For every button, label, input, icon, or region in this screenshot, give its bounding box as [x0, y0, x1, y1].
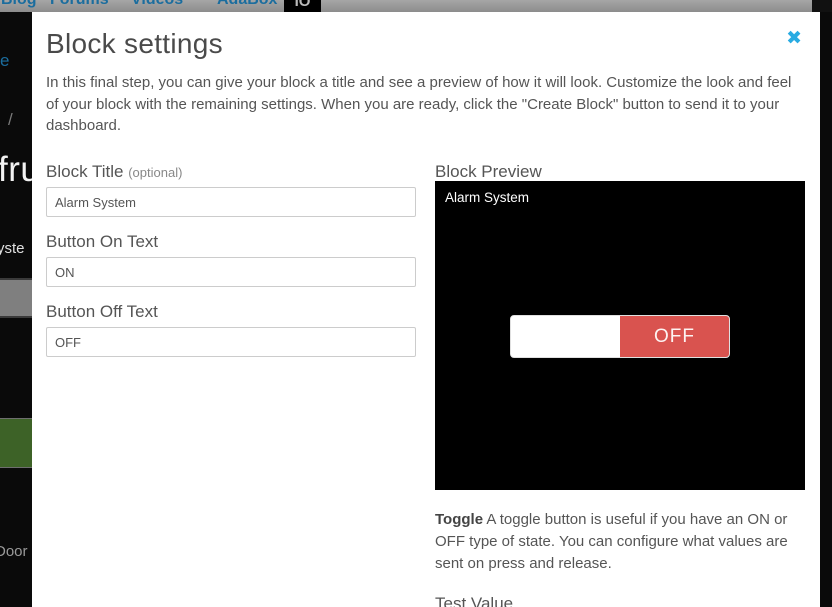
toggle-help-term: Toggle: [435, 511, 483, 528]
bg-gray-toolbar-fragment: [0, 278, 32, 318]
block-title-optional-hint: (optional): [128, 165, 182, 180]
nav-right-dark-area: [812, 0, 832, 12]
toggle-help-text: Toggle A toggle button is useful if you …: [435, 509, 809, 575]
nav-link-forums[interactable]: Forums: [50, 0, 109, 9]
nav-link-blog[interactable]: Blog: [1, 0, 37, 9]
bg-door-label-fragment: Door: [0, 543, 28, 560]
button-off-text-input[interactable]: [46, 327, 416, 357]
modal-title: Block settings: [46, 28, 223, 60]
nav-link-videos[interactable]: Videos: [131, 0, 183, 9]
preview-block-title: Alarm System: [445, 190, 529, 205]
button-off-text-label: Button Off Text: [46, 302, 158, 322]
test-value-label: Test Value: [435, 594, 513, 607]
top-navigation-bar: Blog Forums Videos AdaBox IO: [0, 0, 812, 12]
bg-green-button-fragment: [0, 418, 32, 468]
modal-description: In this final step, you can give your bl…: [46, 72, 804, 137]
block-title-label-text: Block Title: [46, 162, 123, 181]
toggle-on-side[interactable]: [511, 316, 620, 357]
bg-breadcrumb-slash: /: [8, 110, 13, 130]
toggle-help-body: A toggle button is useful if you have an…: [435, 511, 788, 572]
page-background: Blog Forums Videos AdaBox IO e / fru yst…: [0, 0, 832, 607]
bg-subtext-fragment: yste: [0, 240, 25, 257]
nav-link-adabox[interactable]: AdaBox: [217, 0, 277, 9]
block-settings-modal: Block settings ✖ In this final step, you…: [32, 12, 820, 607]
block-title-input[interactable]: [46, 187, 416, 217]
toggle-off-side[interactable]: OFF: [620, 316, 729, 357]
button-on-text-input[interactable]: [46, 257, 416, 287]
block-preview-label: Block Preview: [435, 162, 542, 182]
close-icon[interactable]: ✖: [786, 28, 802, 50]
block-title-label: Block Title (optional): [46, 162, 182, 182]
nav-tab-io-active[interactable]: IO: [284, 0, 321, 12]
bg-link-fragment: e: [0, 51, 9, 71]
button-on-text-label: Button On Text: [46, 232, 158, 252]
block-preview-panel: Alarm System OFF: [435, 181, 805, 490]
preview-toggle-button[interactable]: OFF: [510, 315, 730, 358]
